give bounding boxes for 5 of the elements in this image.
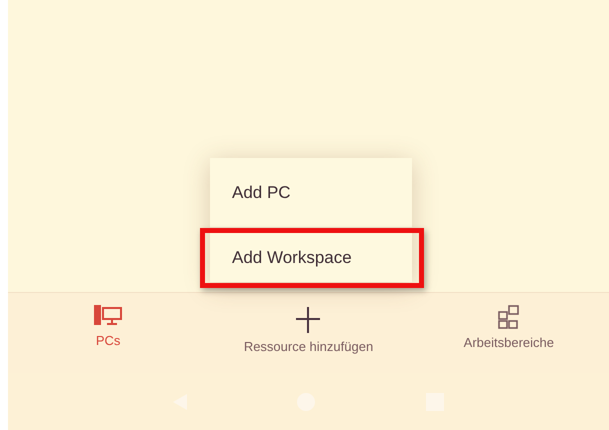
menu-item[interactable]: Add PC bbox=[210, 158, 412, 228]
menu-item[interactable]: Add Workspace bbox=[200, 228, 424, 288]
nav-tab[interactable]: Arbeitsbereiche bbox=[464, 335, 554, 350]
nav-tab[interactable]: Ressource hinzufügen bbox=[244, 339, 374, 354]
nav-tab[interactable]: PCs bbox=[96, 333, 120, 348]
